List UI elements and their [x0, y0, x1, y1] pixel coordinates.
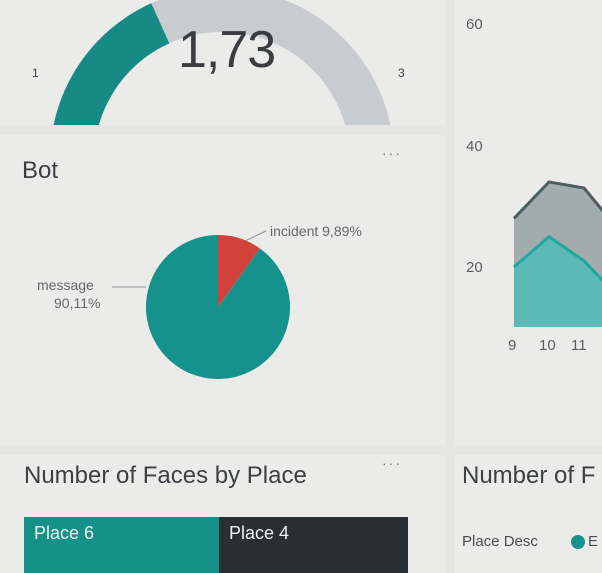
more-options-icon[interactable]: ···: [382, 455, 402, 471]
right-tile-title: Number of F: [462, 462, 596, 489]
pie-slices: [145, 235, 290, 379]
x-tick-10: 10: [539, 337, 556, 354]
dashboard: 1,73 1 3 Bot ··· incident 9,89% message …: [0, 0, 602, 573]
message-label-name: message: [37, 277, 94, 293]
bot-tile[interactable]: Bot ··· incident 9,89% message 90,11%: [0, 135, 445, 445]
gauge-value: 1,73: [178, 21, 276, 79]
pie-slice-message[interactable]: [145, 235, 290, 379]
x-tick-11: 11: [571, 337, 587, 354]
gauge-min-label: 1: [32, 66, 39, 80]
gauge-tile[interactable]: 1,73 1 3: [0, 0, 445, 125]
right-chart-tile[interactable]: 60 40 20 9 10 11: [455, 0, 602, 445]
incident-label: incident 9,89%: [270, 223, 362, 239]
right-area-chart: [512, 180, 602, 327]
gauge-fill: [53, 3, 170, 125]
message-label-pct: 90,11%: [54, 295, 101, 311]
faces-by-place-tile[interactable]: Number of Faces by Place ··· Place 6 Pla…: [0, 455, 445, 573]
treemap-cell-place-4[interactable]: Place 4: [219, 517, 408, 573]
legend-title: Place Desc: [462, 533, 538, 550]
gauge-max-label: 3: [398, 66, 405, 80]
right-bottom-tile[interactable]: Number of F Place Desc E: [455, 455, 602, 573]
x-tick-9: 9: [508, 337, 517, 354]
faces-tile-title: Number of Faces by Place: [24, 462, 307, 489]
legend-marker-icon: [571, 535, 585, 549]
incident-leader-line: [244, 230, 267, 242]
treemap-cell-place-6[interactable]: Place 6: [24, 517, 219, 573]
legend-item: E: [588, 533, 599, 550]
